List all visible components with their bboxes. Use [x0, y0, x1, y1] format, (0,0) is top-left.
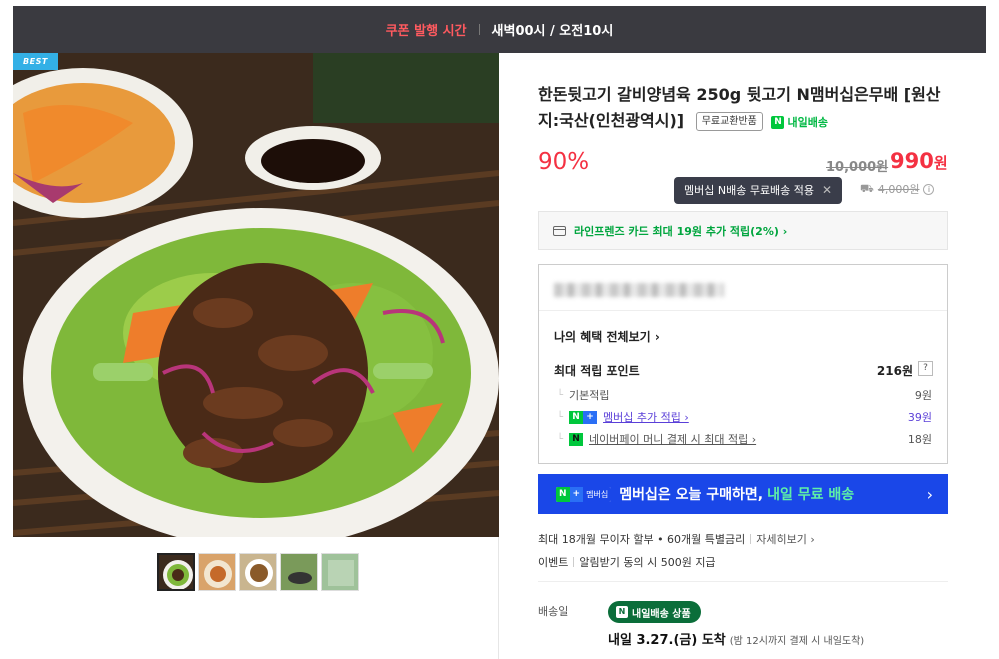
benefit-box: 나의 혜택 전체보기 › 최대 적립 포인트 216원 ? └ 기본적립 9원 …: [538, 264, 948, 464]
delivery-label: 배송일: [538, 605, 569, 618]
product-gallery: BEST: [13, 53, 499, 659]
divider: [539, 310, 947, 311]
thumbnail-5[interactable]: [321, 553, 359, 591]
benefit-row-value: 9원: [914, 389, 932, 402]
shipping-fee: ⛟ 4,000원 i: [860, 181, 935, 197]
benefit-row-label[interactable]: 멤버십 추가 적립 ›: [603, 409, 689, 425]
thumbnail-3[interactable]: [239, 553, 277, 591]
max-points-label: 최대 적립 포인트: [554, 364, 640, 378]
divider: [573, 557, 575, 567]
event-info: 이벤트 알림받기 동의 시 500원 지급: [538, 554, 716, 570]
arrival-note: (밤 12시까지 결제 시 내일도착): [729, 636, 865, 647]
sale-price: 990원: [890, 149, 948, 173]
card-benefit-text: 라인프렌즈 카드 최대 19원 추가 적립(2%) ›: [574, 224, 788, 238]
info-icon[interactable]: i: [923, 183, 935, 195]
benefit-row-membership[interactable]: └ N + 멤버십 추가 적립 ›: [557, 409, 689, 425]
divider: [478, 24, 480, 35]
pill-text: 내일배송 상품: [632, 608, 691, 620]
next-day-delivery-pill: N 내일배송 상품: [608, 601, 701, 623]
my-benefits-link[interactable]: 나의 혜택 전체보기 ›: [554, 328, 660, 345]
free-return-tag: 무료교환반품: [695, 112, 763, 131]
tooltip-text: 멤버십 N배송 무료배송 적용: [684, 184, 815, 197]
event-text: 알림받기 동의 시 500원 지급: [579, 556, 716, 569]
membership-banner[interactable]: N + 멤버십 멤버십은 오늘 구매하면, 내일 무료 배송 ›: [538, 474, 948, 514]
original-price: 10,000원: [826, 160, 889, 175]
banner-highlight: 내일 무료 배송: [767, 487, 855, 503]
blurred-user-info: [554, 283, 724, 297]
thumbnail-strip: [157, 553, 359, 591]
installment-text: 최대 18개월 무이자 할부 • 60개월 특별금리: [538, 533, 746, 546]
thumbnail-2[interactable]: [198, 553, 236, 591]
membership-badge-text: 멤버십: [583, 486, 612, 502]
card-icon: [553, 225, 566, 236]
price-unit: 원: [933, 154, 948, 172]
naver-plus-icon: N +: [569, 410, 598, 424]
salad-photo: [13, 53, 499, 537]
arrival-date: 내일 3.27.(금) 도착 (밤 12시까지 결제 시 내일도착): [608, 629, 864, 648]
benefit-row-value: 18원: [907, 433, 932, 446]
benefit-row-basic: └ 기본적립: [557, 387, 610, 403]
n-delivery-icon: N: [771, 116, 785, 129]
free-shipping-tooltip: 멤버십 N배송 무료배송 적용 ✕: [674, 177, 843, 204]
banner-text: 멤버십은 오늘 구매하면,: [619, 487, 764, 503]
sale-price-value: 990: [890, 149, 934, 173]
card-benefit-box[interactable]: 라인프렌즈 카드 최대 19원 추가 적립(2%) ›: [538, 211, 948, 250]
coupon-time: 새벽00시 / 오전10시: [491, 24, 614, 39]
thumbnail-4[interactable]: [280, 553, 318, 591]
benefit-row-label: 기본적립: [569, 389, 610, 402]
help-button[interactable]: ?: [918, 361, 933, 376]
tree-branch-icon: └: [557, 433, 564, 445]
tree-branch-icon: └: [557, 411, 564, 423]
event-label: 이벤트: [538, 556, 569, 569]
truck-icon: ⛟: [860, 181, 874, 195]
coupon-label: 쿠폰 발행 시간: [385, 24, 467, 39]
n-delivery-icon: N: [616, 606, 628, 618]
product-main-image[interactable]: BEST: [13, 53, 499, 537]
product-title: 한돈뒷고기 갈비양념육 250g 뒷고기 N맴버십은무배 [원산지:국산(인천광…: [538, 82, 948, 136]
tree-branch-icon: └: [557, 389, 564, 401]
best-badge: BEST: [13, 53, 58, 70]
arrival-text: 내일 3.27.(금) 도착: [608, 633, 726, 648]
naver-pay-icon: N: [569, 432, 584, 446]
benefit-row-label[interactable]: 네이버페이 머니 결제 시 최대 적립 ›: [589, 431, 756, 447]
chevron-right-icon: ›: [926, 484, 933, 504]
shipping-fee-value: 4,000원: [877, 183, 920, 196]
max-points-value: 216원: [876, 364, 913, 378]
benefit-row-naverpay[interactable]: └ N 네이버페이 머니 결제 시 최대 적립 ›: [557, 431, 756, 447]
membership-badge: N + 멤버십: [556, 486, 612, 502]
divider: [750, 534, 752, 544]
installment-info: 최대 18개월 무이자 할부 • 60개월 특별금리 자세히보기 ›: [538, 531, 815, 547]
coupon-time-bar: 쿠폰 발행 시간 새벽00시 / 오전10시: [13, 6, 986, 53]
next-day-tag: N 내일배송: [771, 110, 828, 136]
discount-rate: 90%: [538, 149, 590, 175]
benefit-row-value: 39원: [907, 411, 932, 424]
thumbnail-1[interactable]: [157, 553, 195, 591]
divider: [538, 581, 948, 582]
close-icon[interactable]: ✕: [822, 177, 832, 204]
next-day-label: 내일배송: [787, 115, 828, 129]
installment-more-link[interactable]: 자세히보기 ›: [756, 533, 815, 546]
